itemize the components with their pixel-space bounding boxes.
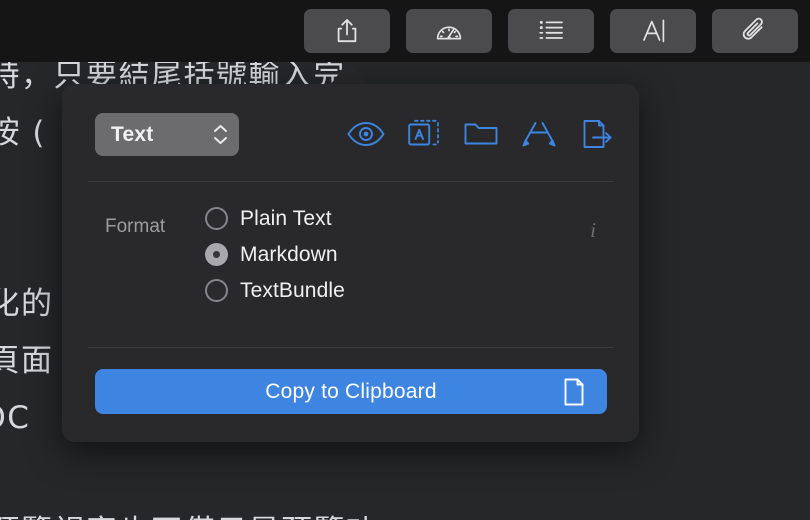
chevron-updown-icon bbox=[213, 124, 228, 145]
paperclip-icon bbox=[740, 16, 770, 46]
radio-textbundle[interactable]: TextBundle bbox=[205, 276, 345, 305]
copy-to-clipboard-label: Copy to Clipboard bbox=[265, 379, 437, 403]
popover-divider-bottom bbox=[88, 347, 613, 348]
share-button[interactable] bbox=[304, 9, 390, 53]
info-icon[interactable]: i bbox=[583, 218, 603, 242]
folder-icon[interactable] bbox=[460, 113, 502, 155]
share-icon bbox=[334, 17, 360, 45]
list-icon bbox=[536, 19, 566, 43]
format-label: Format bbox=[105, 216, 166, 237]
format-section: Format Plain Text Markdown TextBundle i bbox=[62, 196, 639, 336]
copy-selection-icon[interactable] bbox=[403, 113, 445, 155]
text-cursor-icon bbox=[637, 16, 669, 46]
top-toolbar bbox=[0, 0, 810, 62]
open-in-app-icon[interactable] bbox=[518, 113, 560, 155]
radio-button-icon bbox=[205, 279, 228, 302]
radio-label: TextBundle bbox=[240, 278, 345, 302]
preview-icon[interactable] bbox=[345, 113, 387, 155]
format-radio-group: Plain Text Markdown TextBundle bbox=[205, 204, 345, 305]
popover-top-row: Text bbox=[62, 84, 639, 181]
outline-button[interactable] bbox=[508, 9, 594, 53]
typewriter-button[interactable] bbox=[610, 9, 696, 53]
export-popover: Text Format Plain Text Markdown TextBund… bbox=[62, 84, 639, 442]
popover-divider-top bbox=[88, 181, 613, 182]
destination-icon-row bbox=[345, 109, 617, 159]
statistics-button[interactable] bbox=[406, 9, 492, 53]
document-line: ，預覽視窗也不僅只是預覽功 bbox=[0, 504, 810, 520]
export-document-icon[interactable] bbox=[575, 113, 617, 155]
copy-to-clipboard-button[interactable]: Copy to Clipboard bbox=[95, 369, 607, 414]
gauge-icon bbox=[434, 17, 464, 45]
format-popup-value: Text bbox=[111, 122, 154, 146]
radio-markdown[interactable]: Markdown bbox=[205, 240, 345, 269]
radio-button-icon bbox=[205, 207, 228, 230]
format-popup-button[interactable]: Text bbox=[95, 113, 239, 156]
radio-plain-text[interactable]: Plain Text bbox=[205, 204, 345, 233]
radio-label: Markdown bbox=[240, 242, 338, 266]
attachments-button[interactable] bbox=[712, 9, 798, 53]
popover-arrow bbox=[325, 62, 373, 86]
radio-label: Plain Text bbox=[240, 206, 332, 230]
radio-button-selected-icon bbox=[205, 243, 228, 266]
document-icon bbox=[562, 377, 586, 407]
